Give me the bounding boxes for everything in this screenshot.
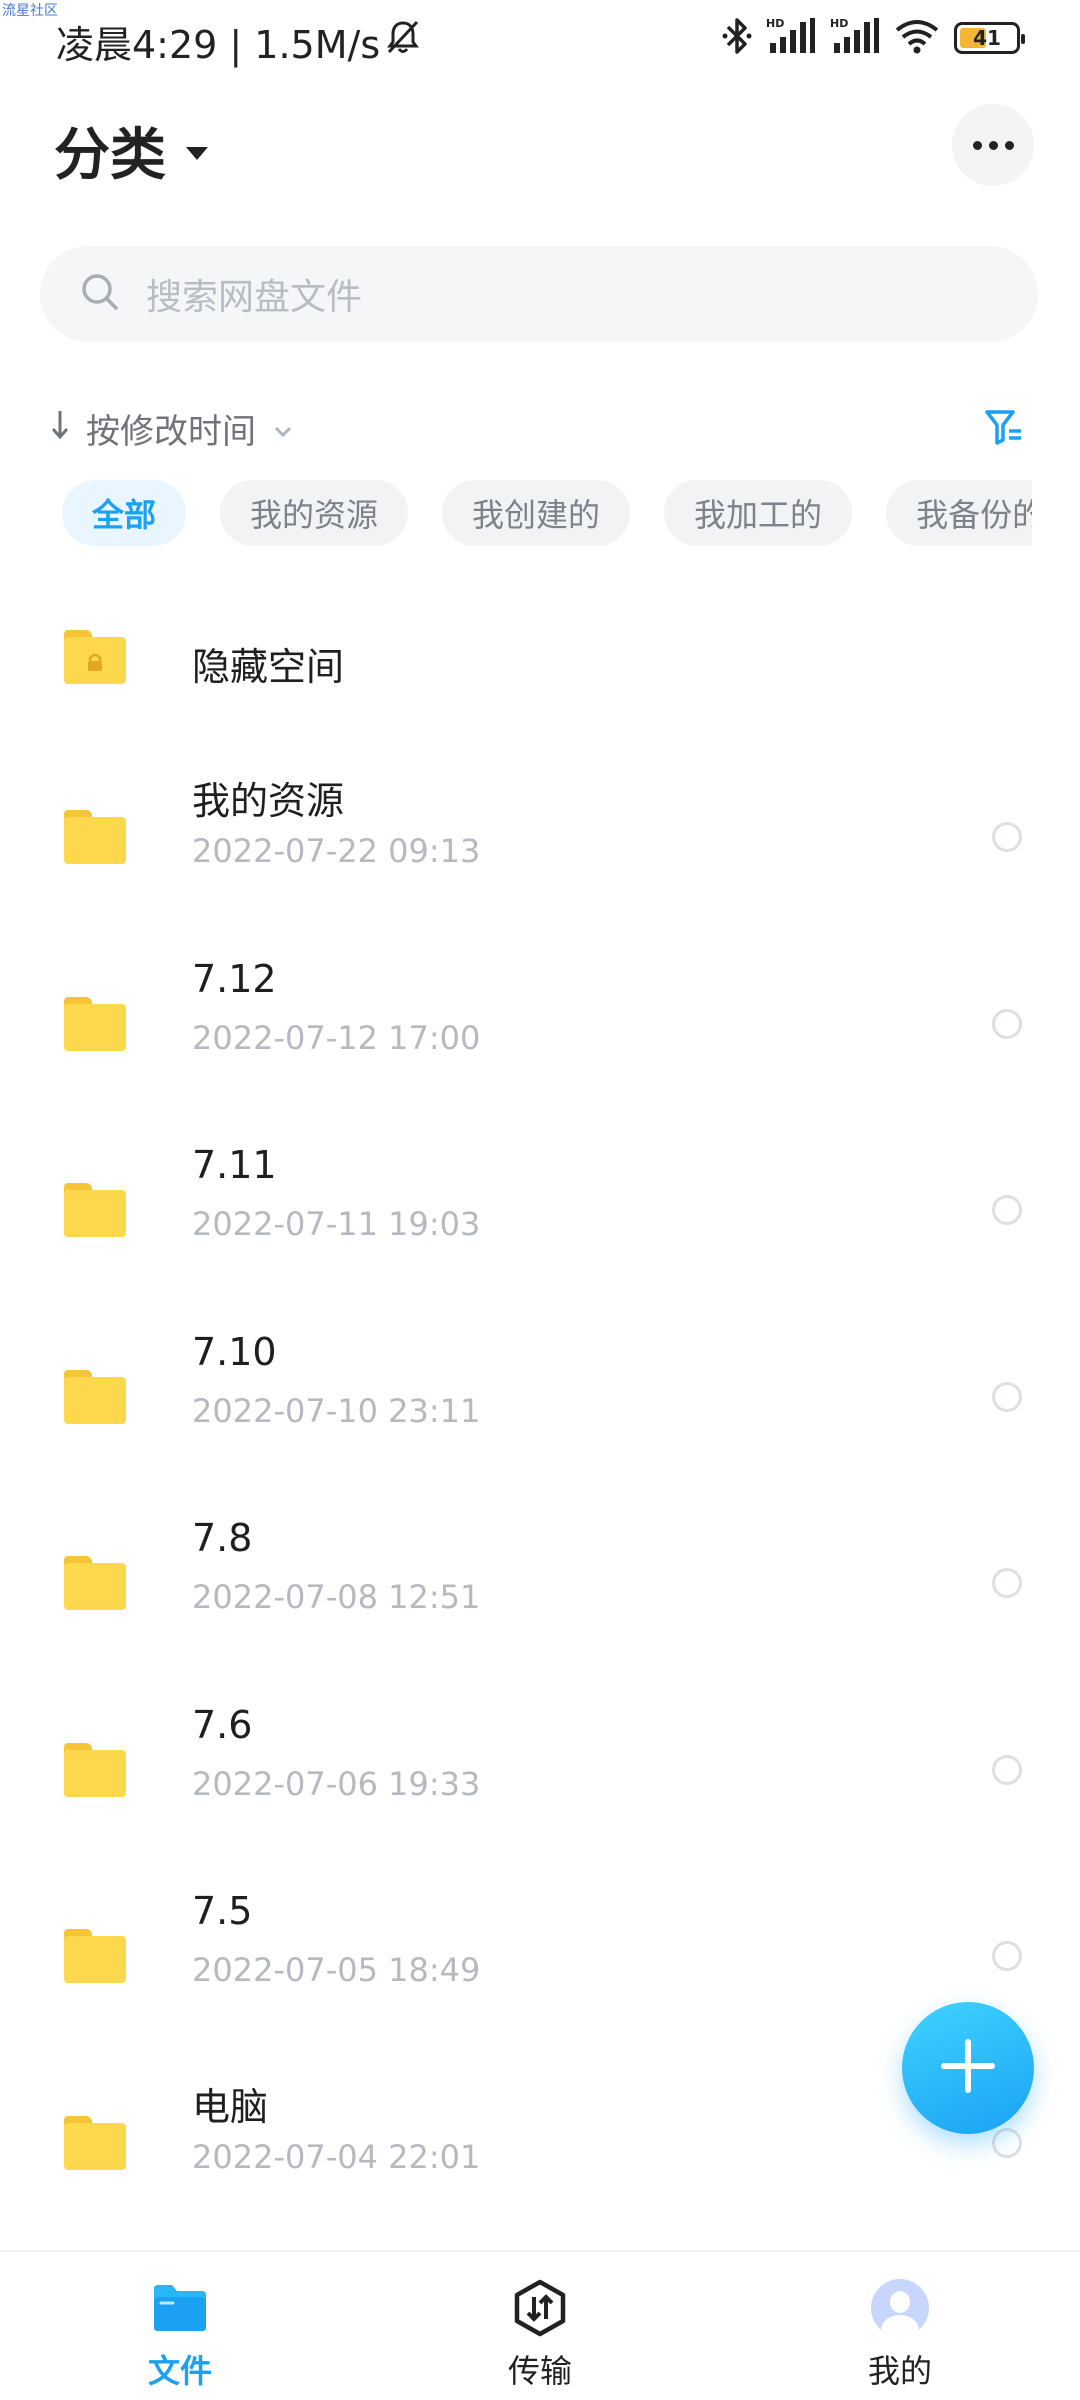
header: 分类 — [0, 90, 1080, 200]
folder-icon — [64, 1183, 126, 1237]
file-date: 2022-07-12 17:00 — [192, 1018, 481, 1057]
arrow-down-icon — [50, 408, 70, 449]
filter-chips: 全部 我的资源 我创建的 我加工的 我备份的 — [62, 480, 1032, 546]
chip-backed-up[interactable]: 我备份的 — [886, 480, 1032, 546]
select-checkbox[interactable] — [992, 1754, 1022, 1785]
locked-folder-icon — [64, 630, 126, 684]
more-button[interactable] — [952, 104, 1034, 186]
folder-icon — [64, 810, 126, 864]
list-item[interactable]: 我的资源 2022-07-22 09:13 — [0, 742, 1080, 929]
more-dot — [988, 140, 998, 150]
file-date: 2022-07-04 22:01 — [192, 2137, 481, 2176]
select-checkbox[interactable] — [992, 822, 1022, 852]
more-dot — [972, 140, 982, 150]
folder-icon — [64, 996, 126, 1051]
nav-transfer[interactable]: 传输 — [440, 2252, 640, 2400]
file-date: 2022-07-11 19:03 — [192, 1205, 481, 1243]
hd-signal-icon: HD — [766, 17, 816, 59]
page-title: 分类 — [54, 123, 166, 188]
chip-all[interactable]: 全部 — [62, 480, 187, 546]
sort-row: 按修改时间 — [0, 394, 1080, 464]
select-checkbox[interactable] — [992, 1381, 1022, 1412]
folder-icon — [64, 1742, 126, 1797]
sort-selector[interactable]: 按修改时间 — [50, 404, 294, 453]
folder-icon — [64, 1556, 126, 1610]
chip-created[interactable]: 我创建的 — [442, 480, 631, 546]
list-item[interactable]: 7.11 2022-07-11 19:03 — [0, 1115, 1080, 1302]
file-name: 7.5 — [192, 1889, 253, 1933]
file-name: 我的资源 — [192, 779, 345, 823]
avatar — [871, 2279, 929, 2337]
status-right: HD HD 41 — [722, 16, 1025, 60]
list-item[interactable]: 7.12 2022-07-12 17:00 — [0, 929, 1080, 1116]
nav-mine-label: 我的 — [867, 2352, 932, 2390]
file-date: 2022-07-06 19:33 — [192, 1764, 481, 1803]
battery-icon: 41 — [954, 22, 1025, 54]
filter-icon[interactable] — [984, 408, 1024, 452]
file-name: 7.6 — [192, 1702, 253, 1747]
file-date: 2022-07-08 12:51 — [192, 1578, 481, 1616]
add-button[interactable] — [902, 2002, 1034, 2134]
nav-files-label: 文件 — [147, 2352, 212, 2390]
nav-transfer-label: 传输 — [507, 2352, 572, 2390]
folder-icon — [64, 2115, 126, 2170]
svg-text:HD: HD — [830, 17, 848, 30]
wifi-icon — [894, 18, 940, 58]
file-list: 隐藏空间 我的资源 2022-07-22 09:13 7.12 2022-07-… — [0, 580, 1080, 2234]
hd-signal-icon: HD — [830, 17, 880, 59]
file-date: 2022-07-22 09:13 — [192, 832, 481, 870]
file-name: 7.10 — [192, 1329, 277, 1374]
file-name: 7.8 — [192, 1516, 253, 1560]
status-left: 凌晨4:29 | 1.5M/s — [56, 14, 420, 69]
file-name: 隐藏空间 — [192, 645, 345, 689]
nav-files[interactable]: 文件 — [80, 2252, 280, 2400]
file-name: 7.11 — [192, 1143, 277, 1187]
nav-mine[interactable]: 我的 — [800, 2252, 1000, 2400]
list-item[interactable]: 隐藏空间 — [0, 580, 1080, 742]
search-placeholder: 搜索网盘文件 — [146, 277, 363, 318]
chip-processed[interactable]: 我加工的 — [664, 480, 853, 546]
category-selector[interactable]: 分类 — [54, 110, 208, 191]
svg-text:HD: HD — [766, 17, 784, 30]
folder-tab-icon — [151, 2278, 209, 2338]
chevron-down-icon — [272, 409, 294, 449]
plus-icon — [938, 2036, 998, 2100]
folder-icon — [64, 1929, 126, 1983]
folder-icon — [64, 1369, 126, 1424]
select-checkbox[interactable] — [992, 2127, 1022, 2158]
file-date: 2022-07-10 23:11 — [192, 1391, 481, 1430]
status-bar: 凌晨4:29 | 1.5M/s HD HD 41 — [0, 0, 1080, 80]
bottom-nav: 文件 传输 我的 — [0, 2250, 1080, 2400]
battery-level: 41 — [973, 26, 1001, 50]
transfer-icon — [512, 2278, 568, 2338]
file-name: 电脑 — [192, 2084, 269, 2129]
select-checkbox[interactable] — [992, 1568, 1022, 1598]
select-checkbox[interactable] — [992, 1941, 1022, 1971]
file-name: 7.12 — [192, 956, 277, 1001]
file-date: 2022-07-05 18:49 — [192, 1951, 481, 1989]
list-item[interactable]: 7.6 2022-07-06 19:33 — [0, 1675, 1080, 1862]
status-time-speed: 凌晨4:29 | 1.5M/s — [56, 23, 381, 67]
search-icon — [80, 272, 120, 316]
caret-down-icon — [186, 147, 208, 160]
chip-my-resources[interactable]: 我的资源 — [220, 480, 409, 546]
list-item[interactable]: 7.10 2022-07-10 23:11 — [0, 1302, 1080, 1489]
select-checkbox[interactable] — [992, 1195, 1022, 1225]
list-item[interactable]: 7.8 2022-07-08 12:51 — [0, 1488, 1080, 1675]
more-dot — [1004, 140, 1014, 150]
bluetooth-icon — [722, 16, 752, 60]
mute-bell-icon — [386, 19, 420, 64]
select-checkbox[interactable] — [992, 1008, 1022, 1039]
list-item[interactable]: 7.5 2022-07-05 18:49 — [0, 1861, 1080, 2048]
sort-label: 按修改时间 — [86, 412, 256, 452]
search-input[interactable]: 搜索网盘文件 — [40, 246, 1038, 342]
